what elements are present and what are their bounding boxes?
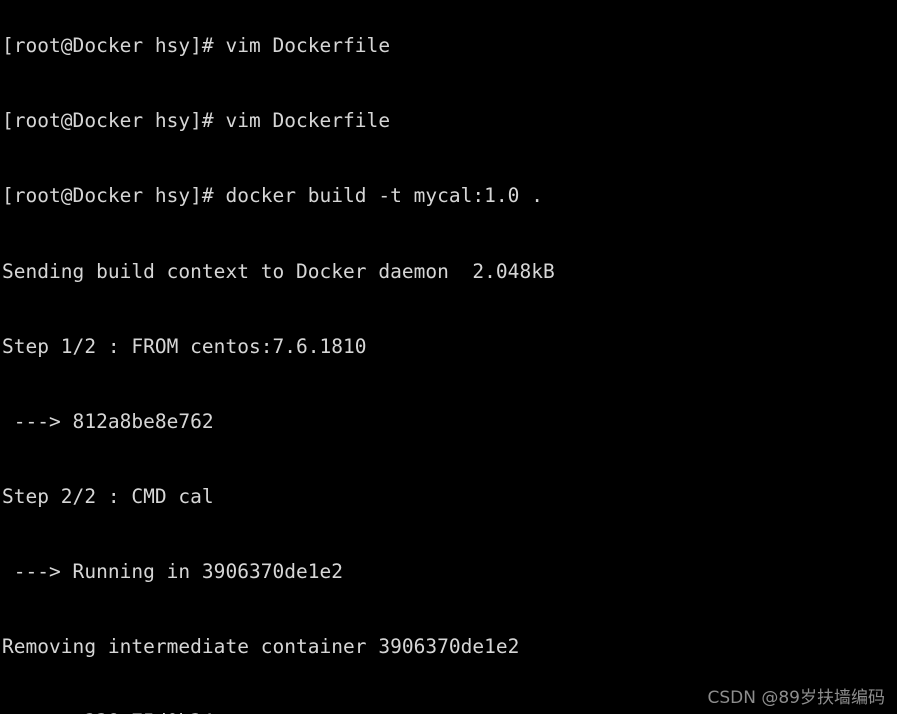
terminal-line-removing-container: Removing intermediate container 3906370d… [2,635,520,659]
terminal-line-step-1: Step 1/2 : FROM centos:7.6.1810 [2,334,367,358]
terminal-line-build-context: Sending build context to Docker daemon 2… [2,259,555,283]
csdn-watermark: CSDN @89岁扶墙编码 [707,688,885,708]
terminal-window[interactable]: [root@Docker hsy]# vim Dockerfile [root@… [0,0,897,714]
terminal-line-layer-a238a75d0b34: ---> a238a75d0b34 [0,709,897,714]
terminal-output[interactable]: [root@Docker hsy]# vim Dockerfile [root@… [0,0,897,714]
terminal-line-layer-812a8be8e762: ---> 812a8be8e762 [2,409,214,433]
terminal-line: [root@Docker hsy]# vim Dockerfile [2,34,391,58]
terminal-line-step-2: Step 2/2 : CMD cal [2,484,214,508]
terminal-line-command-vim: [root@Docker hsy]# vim Dockerfile [2,109,391,133]
terminal-line-command-docker-build: [root@Docker hsy]# docker build -t mycal… [2,184,543,208]
terminal-line-running-container: ---> Running in 3906370de1e2 [2,560,344,584]
